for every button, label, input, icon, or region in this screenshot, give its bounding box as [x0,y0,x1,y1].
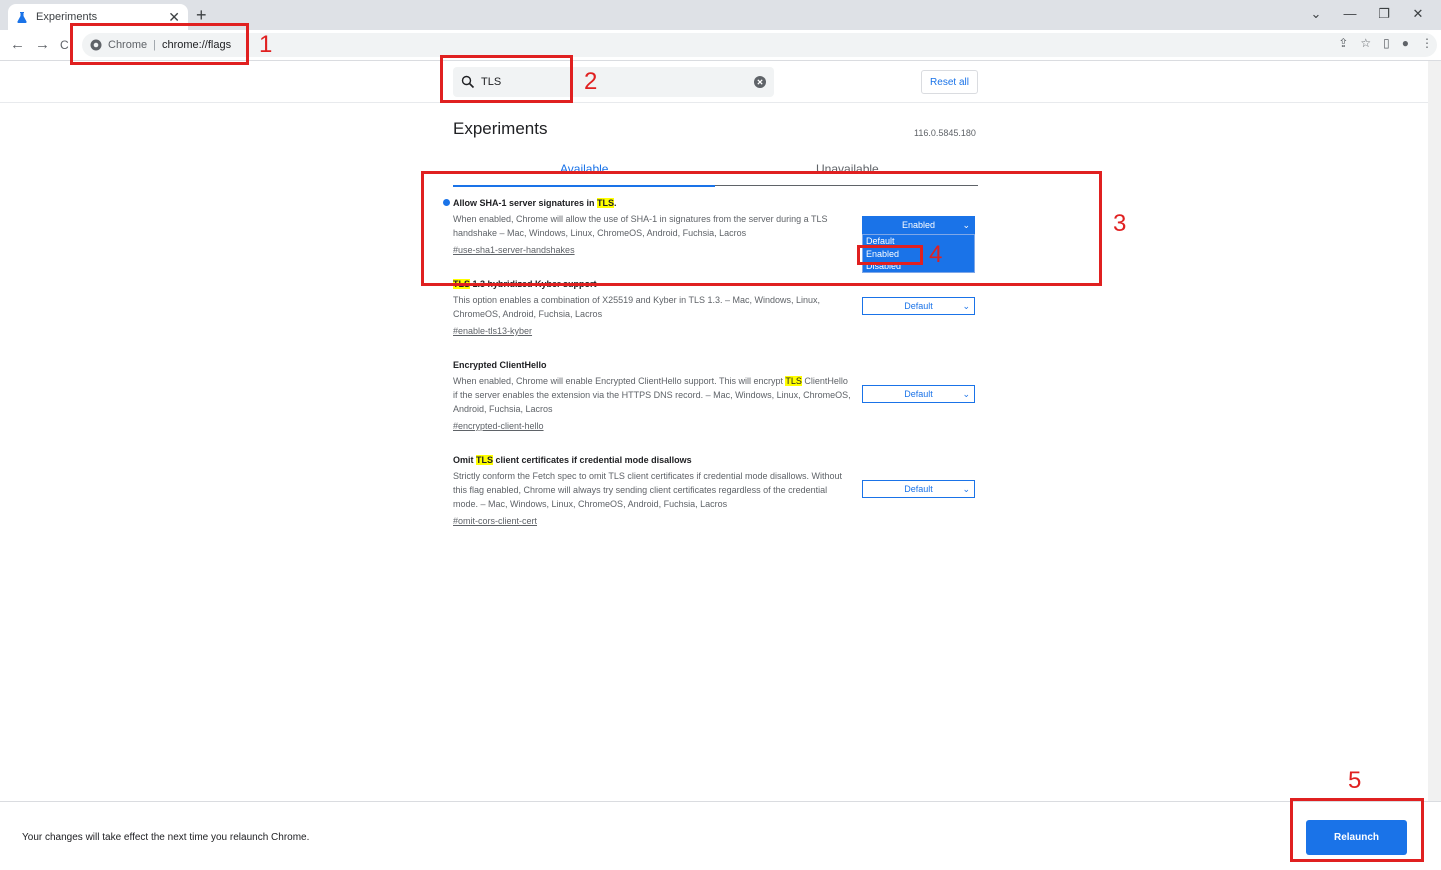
flask-icon [17,12,27,23]
flag-permalink[interactable]: #omit-cors-client-cert [453,516,537,526]
select-value: Default [904,389,933,399]
flag-entry: Omit TLS client certificates if credenti… [453,455,978,529]
tab-title: Experiments [36,11,98,23]
search-highlight: TLS [476,455,494,465]
annotation-box [1290,798,1424,862]
restore-icon[interactable]: ❐ [1367,3,1401,25]
side-panel-icon[interactable]: ▯ [1383,36,1390,50]
flag-description: Strictly conform the Fetch spec to omit … [453,471,842,509]
window-controls: ⌄ — ❐ ✕ [1299,3,1435,25]
flag-title: Encrypted ClientHello [453,360,547,370]
forward-button[interactable]: → [35,36,50,53]
clear-search-icon[interactable] [754,76,766,88]
annotation-number: 1 [259,31,273,58]
annotation-box [70,23,249,65]
chevron-down-icon: ⌄ [962,484,970,494]
annotation-box [421,171,1102,286]
flag-title-text: client certificates if credential mode d… [493,455,692,465]
minimize-icon[interactable]: — [1333,3,1367,25]
tab-search-icon[interactable]: ⌄ [1299,3,1333,25]
annotation-number: 2 [584,68,598,95]
description-text: When enabled, Chrome will enable Encrypt… [453,376,786,386]
reset-all-button[interactable]: Reset all [921,70,978,94]
flag-entry: TLS 1.3 hybridized Kyber support This op… [453,279,978,339]
chevron-down-icon: ⌄ [962,301,970,311]
version-label: 116.0.5845.180 [914,128,976,138]
menu-icon[interactable]: ⋮ [1421,36,1433,50]
flag-select[interactable]: Default ⌄ [862,297,975,315]
reload-button[interactable]: C [60,38,69,52]
relaunch-bar: Your changes will take effect the next t… [0,801,1441,870]
flag-select[interactable]: Default ⌄ [862,480,975,498]
annotation-box [857,245,923,265]
search-highlight: TLS [785,376,802,386]
new-tab-button[interactable]: + [196,5,207,25]
annotation-number: 3 [1113,210,1127,237]
flag-title-text: Omit [453,455,477,465]
annotation-number: 4 [929,241,943,268]
flag-entry: Encrypted ClientHello When enabled, Chro… [453,360,978,434]
relaunch-message: Your changes will take effect the next t… [22,832,310,843]
flags-header: Reset all [0,61,1428,103]
flag-title: Omit TLS client certificates if credenti… [453,455,978,465]
toolbar-actions: ⇪ ☆ ▯ ● ⋮ [1338,36,1433,50]
flag-permalink[interactable]: #enable-tls13-kyber [453,326,532,336]
scrollbar[interactable] [1428,61,1441,801]
address-bar[interactable]: Chrome | chrome://flags [82,33,1437,57]
flag-description: This option enables a combination of X25… [453,295,821,319]
flag-permalink[interactable]: #encrypted-client-hello [453,421,544,431]
annotation-number: 5 [1348,767,1362,794]
star-icon[interactable]: ☆ [1360,36,1371,50]
chevron-down-icon: ⌄ [962,389,970,399]
select-value: Default [904,484,933,494]
flag-description: When enabled, Chrome will enable Encrypt… [453,374,851,416]
flag-select[interactable]: Default ⌄ [862,385,975,403]
profile-icon[interactable]: ● [1402,36,1409,50]
page-title: Experiments [453,119,548,138]
back-button[interactable]: ← [10,36,25,53]
annotation-box [440,55,573,103]
select-value: Default [904,301,933,311]
close-window-icon[interactable]: ✕ [1401,3,1435,25]
share-icon[interactable]: ⇪ [1338,36,1348,50]
